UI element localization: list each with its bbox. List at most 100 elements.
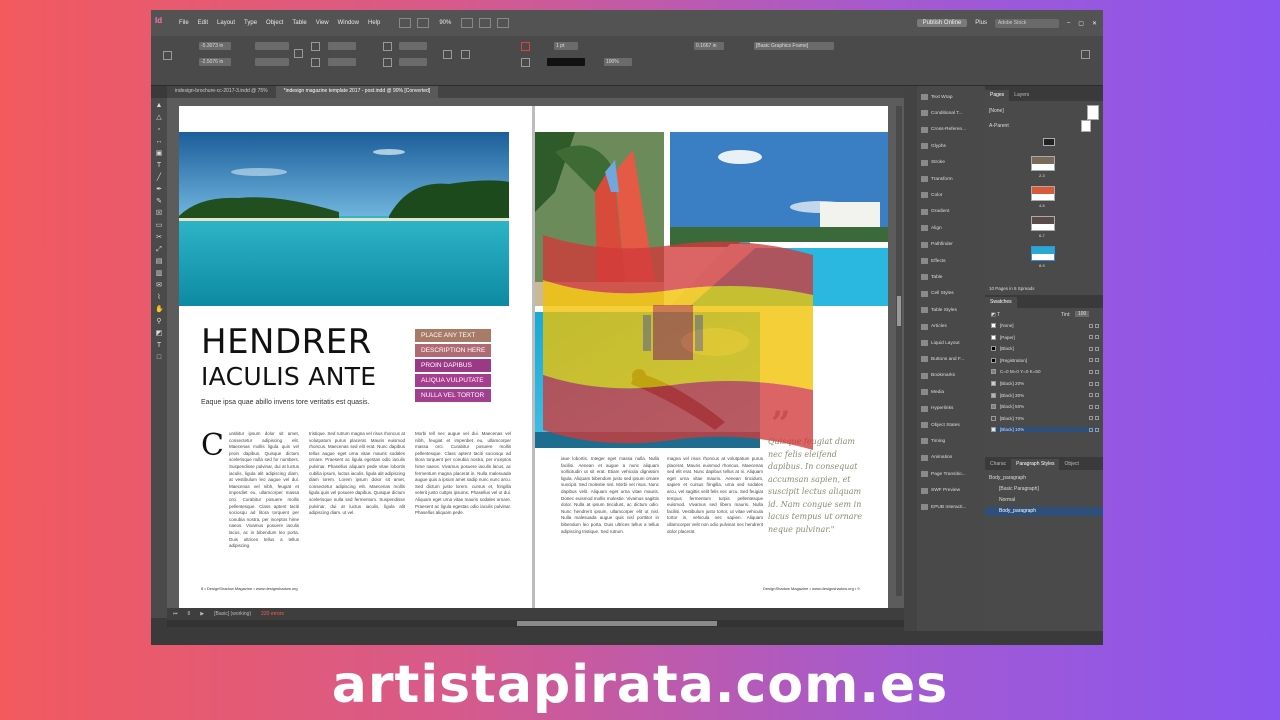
reference-point-icon[interactable] [163,51,172,60]
panel-item[interactable]: Conditional T... [921,110,963,117]
panel-item[interactable]: Pathfinder [921,241,953,248]
swatch-row[interactable]: [Black] 50% [991,404,1099,410]
page-thumb-1[interactable] [1043,138,1055,146]
parent-thumb[interactable] [1087,105,1099,120]
object-style-select[interactable]: [Basic Graphics Frame] [754,42,834,50]
panel-item[interactable]: Hyperlinks [921,405,953,412]
tab-object-styles[interactable]: Object [1059,459,1083,470]
style-item[interactable]: Normal [999,497,1015,503]
panel-item[interactable]: Color [921,192,942,199]
panel-item[interactable]: Table Styles [921,307,957,314]
swatch-row[interactable]: [Black] 30% [991,392,1099,398]
swatch-row[interactable]: [Black] 10% [991,427,1099,433]
maximize-icon[interactable]: ▢ [1078,20,1084,27]
tint-field[interactable]: 100 [1075,311,1090,317]
menu-file[interactable]: File [179,20,189,26]
panel-item[interactable]: Animation [921,454,952,461]
selection-tool-icon[interactable]: ▲ [155,102,163,109]
panel-item[interactable]: Page Transitio... [921,471,966,478]
ref-field[interactable]: 0.1667 in [694,42,724,50]
opacity-field[interactable]: 100% [604,58,632,66]
panel-item[interactable]: Timing [921,438,945,445]
stroke-type-select[interactable] [547,58,585,66]
fill-icon[interactable] [521,42,530,51]
fill-stroke-swatch-icon[interactable]: ◩ T [991,312,1000,318]
select-container-icon[interactable] [461,50,470,59]
panel-item[interactable]: Text Wrap [921,94,953,100]
swatch-row[interactable]: [Black] [991,346,1099,352]
gradient-tool-icon[interactable]: ▤ [155,258,163,265]
scale-y-icon[interactable] [311,58,320,67]
tab-character[interactable]: Charac [985,459,1011,470]
menu-type[interactable]: Type [244,20,257,26]
constrain-proportions-icon[interactable] [294,49,303,58]
panel-item[interactable]: Object States [921,422,960,428]
gradient-feather-icon[interactable]: ▥ [155,270,163,277]
content-collector-icon[interactable]: ▣ [155,150,163,157]
panel-item[interactable]: Liquid Layout [921,340,960,346]
normal-mode-icon[interactable]: □ [155,354,163,361]
scroll-thumb[interactable] [897,296,901,326]
panel-item[interactable]: Stroke [921,159,945,166]
tab-paragraph-styles[interactable]: Paragraph Styles [1011,459,1060,470]
arrange-documents-icon[interactable] [479,18,492,28]
layout-grid-icon[interactable] [497,18,510,28]
parent-a[interactable]: A-Parent [989,123,1009,129]
direct-selection-tool-icon[interactable]: △ [155,114,163,121]
height-field[interactable] [255,58,289,66]
shear-field[interactable] [399,58,427,66]
horizontal-scrollbar[interactable] [167,620,904,627]
panel-item[interactable]: Table [921,274,942,281]
panel-item[interactable]: Gradient [921,208,949,215]
spread-thumb-8-9[interactable] [1031,246,1055,261]
tab-magazine[interactable]: *indesign magazine template 2017 - post.… [275,86,439,98]
panel-item[interactable]: Cross-Referen... [921,126,966,133]
page-tool-icon[interactable]: ▫ [155,126,163,133]
first-page-icon[interactable]: ⏮ [173,611,178,617]
tab-swatches[interactable]: Swatches [985,297,1017,308]
menu-window[interactable]: Window [338,20,359,26]
line-tool-icon[interactable]: ╱ [155,174,163,181]
lightning-icon[interactable] [1081,50,1090,59]
stock-search-input[interactable]: Adobe Stock [994,18,1059,28]
tab-layers[interactable]: Layers [1009,90,1034,101]
rectangle-frame-tool-icon[interactable]: ☒ [155,210,163,217]
panel-item[interactable]: Glyphs [921,143,946,150]
formatting-icon[interactable]: T [155,342,163,349]
note-tool-icon[interactable]: ✉ [155,282,163,289]
panel-item[interactable]: SWF Preview [921,487,960,494]
minimize-icon[interactable]: – [1067,20,1070,26]
type-tool-icon[interactable]: T [155,162,163,169]
spread-thumb-4-5[interactable] [1031,186,1055,201]
y-field[interactable]: -2.5076 in [199,58,231,66]
hand-tool-icon[interactable]: ✋ [155,306,164,313]
stroke-weight-field[interactable]: 1 pt [554,42,578,50]
rotate-field[interactable] [399,42,427,50]
scissors-tool-icon[interactable]: ✂ [155,234,163,241]
close-icon[interactable]: ✕ [1092,20,1097,27]
publish-online-button[interactable]: Publish Online [916,19,968,27]
swatch-row[interactable]: [Black] 70% [991,415,1099,421]
x-field[interactable]: -5.3073 in [199,42,231,50]
zoom-tool-icon[interactable]: ⚲ [155,318,163,325]
width-field[interactable] [255,42,289,50]
stock-icon[interactable] [417,18,430,28]
spread-thumb-6-7[interactable] [1031,216,1055,231]
gap-tool-icon[interactable]: ↔ [155,138,163,145]
eyedropper-tool-icon[interactable]: ⌇ [155,294,163,301]
menu-layout[interactable]: Layout [217,20,235,26]
spread-thumb-2-3[interactable] [1031,156,1055,171]
swatch-row[interactable]: [Paper] [991,334,1099,340]
panel-item[interactable]: EPUB Interacti... [921,504,966,510]
swatch-row[interactable]: [None] [991,323,1099,328]
workspace-switcher[interactable]: Plus [975,20,987,26]
style-item-selected[interactable]: Body_paragraph [999,508,1036,514]
menu-table[interactable]: Table [292,20,306,26]
vertical-scrollbar[interactable] [896,106,902,596]
rotate-icon[interactable] [383,42,392,51]
panel-item[interactable]: Media [921,389,944,396]
swatch-row[interactable]: C=0 M=0 Y=0 K=50 [991,369,1099,375]
free-transform-tool-icon[interactable]: ⤢ [155,246,163,253]
flip-icon[interactable] [443,50,452,59]
screen-mode-icon[interactable] [461,18,474,28]
